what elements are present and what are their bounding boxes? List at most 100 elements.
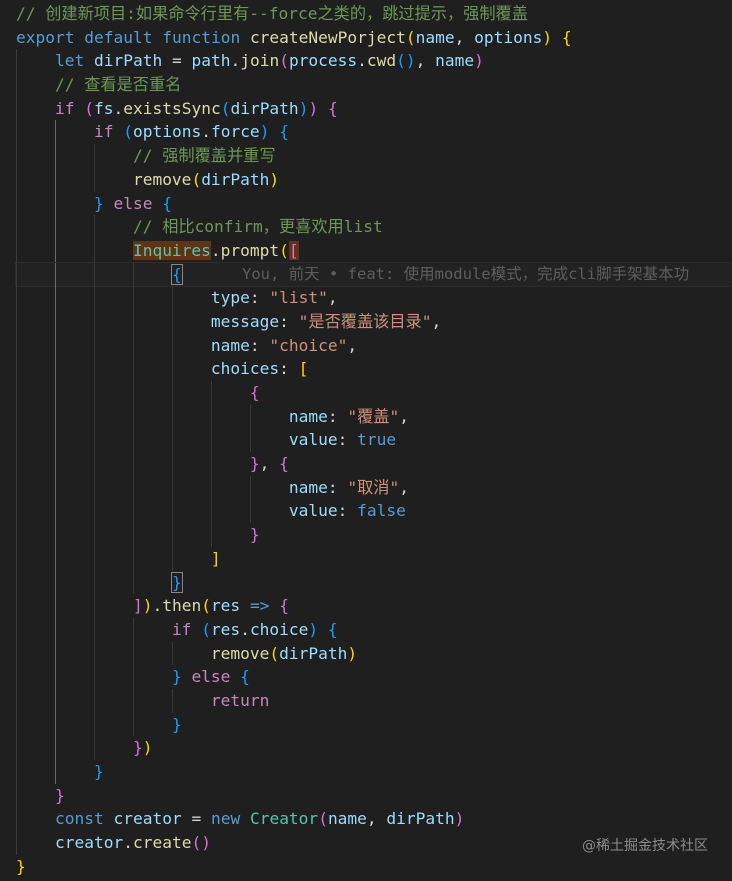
code-line-32[interactable]: }) [16,736,732,760]
argument: dirPath [230,98,299,118]
property-key: name [288,477,328,497]
code-line-15[interactable]: name: "choice", [16,333,732,358]
code-line-28[interactable]: remove(dirPath) [16,641,732,666]
method: create [132,833,192,853]
method: existsSync [123,98,221,118]
string-value: "choice" [269,335,348,355]
class-name: Creator [249,809,319,829]
argument: dirPath [279,643,348,663]
comment: // 相比confirm，更喜欢用list [132,217,383,237]
keyword: if [54,98,75,118]
function-call: remove [132,169,192,189]
keyword: export [16,27,75,47]
object: creator [54,833,124,853]
property: force [210,122,260,142]
keyword: else [113,193,153,213]
object: res [210,619,241,639]
code-line-7[interactable]: // 强制覆盖并重写 [16,144,732,168]
keyword: function [162,27,241,47]
code-line-3[interactable]: let dirPath = path.join(process.cwd(), n… [16,49,732,74]
object: options [132,122,202,142]
code-line-5[interactable]: if (fs.existsSync(dirPath)) { [16,96,732,121]
comment: // 查看是否重名 [54,75,182,95]
code-line-19[interactable]: value: true [16,428,732,453]
argument: name [435,51,475,71]
code-line-2[interactable]: export default function createNewPorject… [16,26,732,50]
method: join [240,51,280,71]
property-key: message [210,311,280,331]
object-highlighted: Inquires [132,240,211,260]
argument: dirPath [386,809,455,829]
code-line-16[interactable]: choices: [ [16,357,732,381]
method: cwd [366,51,397,71]
string-value: "是否覆盖该目录" [298,311,432,331]
object: fs [93,98,114,118]
code-line-11[interactable]: Inquires.prompt([ [16,238,732,263]
matched-bracket: { [170,263,183,285]
code-line-6[interactable]: if (options.force) { [16,120,732,145]
property-key: name [288,406,328,426]
code-line-17[interactable]: { [16,381,732,405]
code-line-34[interactable]: } [16,783,732,808]
code-line-33[interactable]: } [16,760,732,784]
code-line-10[interactable]: // 相比confirm，更喜欢用list [16,215,732,239]
code-line-37[interactable]: } [16,855,732,879]
code-line-12-current[interactable]: { You, 前天 • feat: 使用module模式，完成cli脚手架基本功 [15,261,732,288]
code-line-22[interactable]: value: false [16,499,732,524]
parameter: res [210,596,241,616]
code-line-31[interactable]: } [16,712,732,737]
code-line-26[interactable]: ]).then(res => { [16,594,732,618]
argument: dirPath [201,169,270,189]
code-line-25[interactable]: } [16,570,732,595]
property-key: type [210,288,250,308]
matched-bracket: } [170,571,183,593]
comment: // 创建新项目:如果命令行里有--force之类的，跳过提示，强制覆盖 [16,4,528,23]
code-line-30[interactable]: return [16,688,732,713]
property: choice [249,619,309,639]
code-lines: // 创建新项目:如果命令行里有--force之类的，跳过提示，强制覆盖 exp… [15,2,732,879]
code-editor[interactable]: // 创建新项目:如果命令行里有--force之类的，跳过提示，强制覆盖 exp… [0,0,732,881]
property-key: name [210,335,250,355]
keyword: if [171,619,192,639]
code-line-9[interactable]: } else { [16,191,732,216]
git-blame-annotation: You, 前天 • feat: 使用module模式，完成cli脚手架基本功 [242,264,690,283]
code-line-14[interactable]: message: "是否覆盖该目录", [16,309,732,334]
property-key: choices [210,359,280,379]
keyword: if [93,122,114,142]
code-line-21[interactable]: name: "取消", [16,475,732,500]
code-line-13[interactable]: type: "list", [16,286,732,310]
variable: creator [113,809,182,829]
string-value: "取消" [347,477,400,497]
boolean-value: true [357,430,397,450]
comment: // 强制覆盖并重写 [132,146,276,166]
property-key: value [288,430,338,450]
code-line-23[interactable]: } [16,523,732,547]
parameter: name [415,27,455,47]
function-name: createNewPorject [249,27,406,47]
string-value: "list" [269,288,328,308]
keyword: default [84,27,153,47]
watermark: @稀土掘金技术社区 [582,838,708,854]
code-line-4[interactable]: // 查看是否重名 [16,73,732,97]
argument: name [327,809,367,829]
method: then [162,596,202,616]
code-line-29[interactable]: } else { [16,665,732,689]
code-line-8[interactable]: remove(dirPath) [16,167,732,192]
keyword: else [191,667,231,687]
variable: dirPath [93,51,163,71]
code-line-24[interactable]: ] [16,546,732,571]
keyword: const [54,809,104,829]
code-line-20[interactable]: }, { [16,452,732,476]
code-line-1[interactable]: // 创建新项目:如果命令行里有--force之类的，跳过提示，强制覆盖 [16,2,732,26]
object: path [191,51,231,71]
code-line-18[interactable]: name: "覆盖", [16,404,732,429]
parameter: options [474,27,543,47]
object: process [288,51,358,71]
property-key: value [288,501,338,521]
boolean-value: false [357,501,406,521]
keyword: new [210,809,241,829]
method: prompt [220,240,280,260]
code-line-35[interactable]: const creator = new Creator(name, dirPat… [16,807,732,832]
code-line-27[interactable]: if (res.choice) { [16,617,732,642]
keyword: return [210,690,270,710]
